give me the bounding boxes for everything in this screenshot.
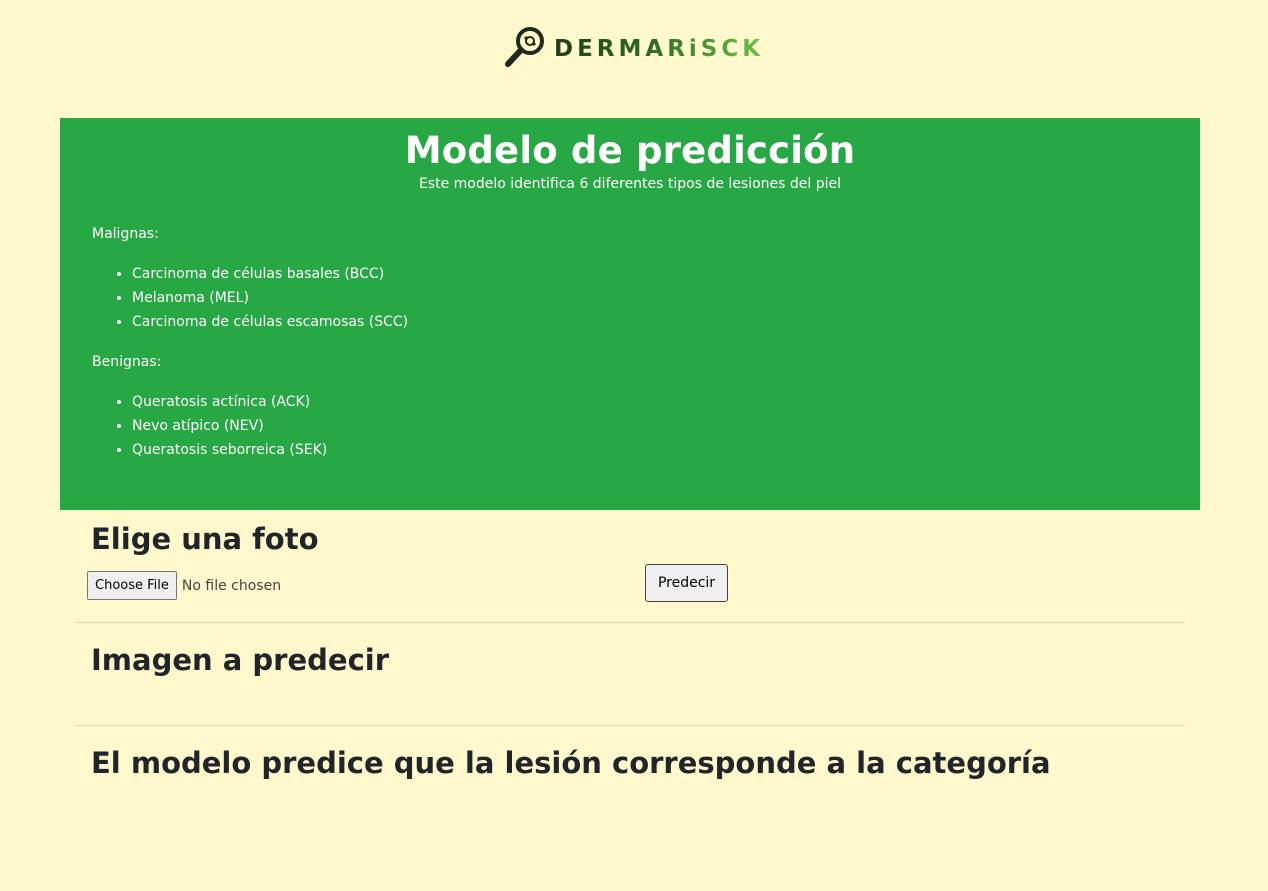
prediction-result-heading: El modelo predice que la lesión correspo… [91, 746, 1051, 780]
predict-button[interactable]: Predecir [645, 564, 728, 602]
file-status: No file chosen [181, 577, 282, 594]
brand-logo: DERMARiSCK [502, 24, 764, 70]
hero-banner: Modelo de predicción Este modelo identif… [60, 118, 1200, 510]
malignant-label: Malignas: [92, 226, 159, 242]
brand-name: DERMARiSCK [554, 36, 765, 62]
list-item: Queratosis seborreica (SEK) [132, 438, 327, 462]
list-item: Nevo atípico (NEV) [132, 414, 327, 438]
upload-heading: Elige una foto [91, 522, 319, 556]
list-item: Carcinoma de células basales (BCC) [132, 262, 408, 286]
divider [75, 725, 1185, 726]
magnifier-icon [505, 27, 544, 67]
page-subtitle: Este modelo identifica 6 diferentes tipo… [418, 176, 842, 192]
list-item: Carcinoma de células escamosas (SCC) [132, 310, 408, 334]
divider [75, 622, 1185, 623]
image-preview-heading: Imagen a predecir [91, 643, 390, 677]
benign-list: Queratosis actínica (ACK) Nevo atípico (… [92, 390, 327, 462]
page-title: Modelo de predicción [404, 129, 856, 172]
benign-label: Benignas: [92, 354, 162, 370]
list-item: Melanoma (MEL) [132, 286, 408, 310]
malignant-list: Carcinoma de células basales (BCC) Melan… [92, 262, 408, 334]
list-item: Queratosis actínica (ACK) [132, 390, 327, 414]
choose-file-button[interactable]: Choose File [87, 571, 177, 600]
file-input[interactable]: Choose File No file chosen [87, 571, 281, 600]
